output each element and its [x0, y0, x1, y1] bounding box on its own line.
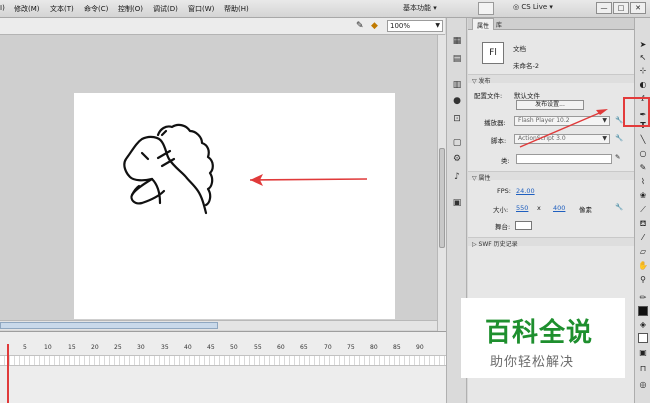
frame-number: 35 [161, 344, 169, 351]
zoom-tool-icon[interactable]: ⚲ [638, 275, 648, 285]
smooth-icon[interactable]: ◎ [638, 380, 648, 390]
edit-symbol-icon[interactable]: ◆ [371, 21, 378, 31]
panel-align-icon[interactable]: ▥ [451, 80, 463, 91]
brush-tool-icon[interactable]: ⌇ [638, 177, 648, 187]
frame-number: 90 [416, 344, 424, 351]
3d-rotation-tool-icon[interactable]: ◐ [638, 80, 648, 90]
frame-number: 70 [324, 344, 332, 351]
paint-bucket-tool-icon[interactable]: ⛾ [638, 219, 648, 229]
pencil-tool-icon[interactable]: ✎ [638, 163, 648, 173]
frame-number: 80 [370, 344, 378, 351]
frame-number: 25 [114, 344, 122, 351]
cs-live-label: CS Live [521, 3, 548, 11]
timeline-panel: 5 10 15 20 25 30 35 40 45 50 55 60 65 70… [0, 331, 446, 403]
chevron-down-icon: ▼ [435, 22, 440, 29]
panel-motion-icon[interactable]: ♪ [451, 172, 463, 183]
panel-info-icon[interactable]: ● [451, 96, 463, 107]
panel-transform-icon[interactable]: ⊡ [451, 114, 463, 125]
panel-code-icon[interactable]: ▢ [451, 138, 463, 149]
menu-item-text[interactable]: 文本(T) [50, 4, 74, 14]
zoom-select[interactable]: 100% ▼ [387, 20, 443, 32]
free-transform-tool-icon[interactable]: ⊹ [638, 66, 648, 76]
vertical-scroll-thumb[interactable] [439, 148, 445, 248]
zoom-value: 100% [390, 22, 411, 30]
snap-magnet-icon[interactable]: ⊓ [638, 364, 648, 374]
tools-panel: ➤ ↖ ⊹ ◐ ℓ ✒ T ╲ ○ ✎ ⌇ ❀ ⟋ ⛾ ⁄ ▱ ✋ ⚲ ✏ ◈ … [634, 18, 650, 403]
eyedropper-tool-icon[interactable]: ⁄ [638, 233, 648, 243]
panel-color-icon[interactable]: ▦ [451, 36, 463, 47]
bone-tool-icon[interactable]: ⟋ [638, 205, 648, 215]
maximize-button[interactable]: □ [613, 2, 629, 14]
watermark: 百科全说 助你轻松解决 [461, 298, 625, 378]
playhead[interactable] [7, 344, 9, 403]
stroke-color-swatch[interactable] [638, 306, 648, 316]
panel-components-icon[interactable]: ⚙ [451, 154, 463, 165]
menu-item-modify[interactable]: 修改(M) [14, 4, 40, 14]
frame-number: 45 [207, 344, 215, 351]
frame-ruler: 5 10 15 20 25 30 35 40 45 50 55 60 65 70… [0, 344, 446, 354]
eraser-tool-icon[interactable]: ▱ [638, 247, 648, 257]
vertical-scrollbar[interactable] [437, 35, 446, 331]
frame-number: 50 [230, 344, 238, 351]
edit-scene-icon[interactable]: ✎ [356, 21, 364, 31]
menu-item-prev[interactable]: I) [0, 4, 5, 12]
frame-number: 5 [23, 344, 27, 351]
stroke-color-icon[interactable]: ✏ [638, 293, 648, 303]
watermark-title: 百科全说 [485, 318, 594, 348]
horse-head-drawing [123, 123, 368, 215]
menu-item-window[interactable]: 窗口(W) [188, 4, 214, 14]
swap-colors-icon[interactable]: ▣ [638, 348, 648, 358]
horizontal-scroll-thumb[interactable] [0, 322, 218, 329]
highlight-box [623, 97, 650, 127]
frame-number: 40 [184, 344, 192, 351]
subselection-tool-icon[interactable]: ↖ [638, 53, 648, 63]
stage-canvas[interactable] [74, 93, 395, 319]
edit-bar: ✎ ◆ 100% ▼ [0, 18, 445, 35]
frame-row[interactable] [0, 355, 446, 366]
frame-number: 75 [347, 344, 355, 351]
menu-item-help[interactable]: 帮助(H) [224, 4, 249, 14]
panel-swatch-icon[interactable]: ▤ [451, 54, 463, 65]
frame-number: 30 [137, 344, 145, 351]
cs-live-button[interactable]: ◎ CS Live ▾ [513, 3, 553, 11]
frame-number: 20 [91, 344, 99, 351]
frame-number: 15 [68, 344, 76, 351]
selection-tool-icon[interactable]: ➤ [638, 40, 648, 50]
workspace-switcher[interactable]: 基本功能 ▾ [403, 3, 437, 13]
line-tool-icon[interactable]: ╲ [638, 135, 648, 145]
frame-number: 60 [277, 344, 285, 351]
frame-number: 65 [300, 344, 308, 351]
menu-bar: I) 修改(M) 文本(T) 命令(C) 控制(O) 调试(D) 窗口(W) 帮… [0, 0, 650, 18]
menu-item-control[interactable]: 控制(O) [118, 4, 143, 14]
deco-tool-icon[interactable]: ❀ [638, 191, 648, 201]
frame-number: 55 [254, 344, 262, 351]
menu-item-debug[interactable]: 调试(D) [153, 4, 178, 14]
window-controls: — □ ✕ [596, 2, 648, 15]
frame-number: 10 [44, 344, 52, 351]
minimize-button[interactable]: — [596, 2, 612, 14]
horizontal-scrollbar[interactable] [0, 320, 437, 330]
frame-number: 85 [393, 344, 401, 351]
panel-project-icon[interactable]: ▣ [451, 198, 463, 209]
fill-color-swatch[interactable] [638, 333, 648, 343]
close-button[interactable]: ✕ [630, 2, 646, 14]
menu-item-commands[interactable]: 命令(C) [84, 4, 108, 14]
oval-tool-icon[interactable]: ○ [638, 149, 648, 159]
fill-color-icon[interactable]: ◈ [638, 320, 648, 330]
search-icon[interactable] [478, 2, 494, 15]
hand-tool-icon[interactable]: ✋ [638, 261, 648, 271]
watermark-subtitle: 助你轻松解决 [490, 355, 575, 370]
